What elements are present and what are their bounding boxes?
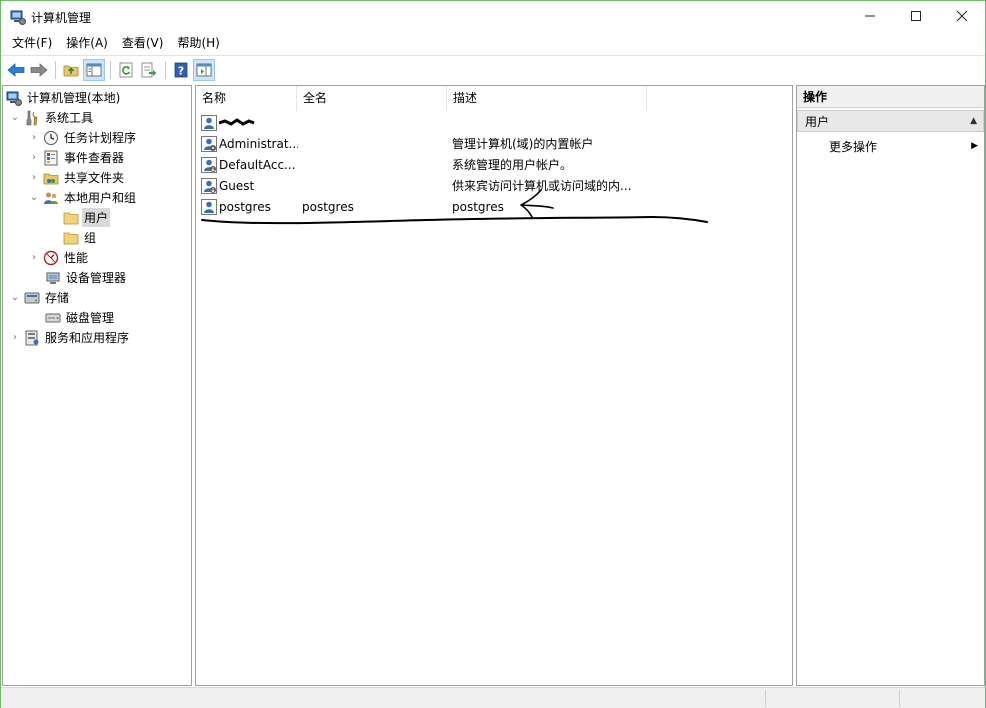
tree-label: 共享文件夹 (64, 171, 125, 185)
status-bar (1, 687, 985, 708)
annotation-arrow (520, 189, 554, 218)
tree-label: 磁盘管理 (66, 311, 115, 325)
chevron-down-icon[interactable]: ⌄ (8, 111, 22, 125)
actions-pane: 操作 用户 ▲ 更多操作 ▶ (796, 85, 985, 686)
submenu-arrow-icon: ▶ (971, 141, 978, 151)
folder-icon (63, 212, 79, 224)
export-list-button[interactable] (138, 59, 160, 81)
tree-label: 系统工具 (45, 111, 94, 125)
tree-item-computer-management[interactable]: 计算机管理(本地) (6, 88, 122, 107)
toolbar-separator (110, 60, 111, 79)
window-title: 计算机管理 (31, 11, 92, 25)
title-bar: 计算机管理 (1, 1, 985, 32)
chevron-right-icon[interactable]: › (27, 251, 41, 265)
show-hide-action-pane-button[interactable] (193, 58, 215, 81)
status-bar-divider (765, 690, 766, 707)
tree-item-storage[interactable]: ⌄ 存储 (8, 288, 71, 307)
tree-label: 任务计划程序 (64, 131, 137, 145)
menu-file[interactable]: 文件(F) (5, 33, 59, 53)
toolbar-separator (165, 60, 166, 79)
tree-label: 计算机管理(本地) (27, 91, 121, 105)
menu-action[interactable]: 操作(A) (59, 33, 115, 53)
maximize-button[interactable] (893, 1, 939, 31)
menu-bar: 文件(F) 操作(A) 查看(V) 帮助(H) (1, 32, 985, 54)
actions-section-label: 用户 (805, 114, 830, 129)
computer-management-window: 计算机管理 文件(F) 操作(A) 查看(V) 帮助(H) ? 计算机管理(本地… (0, 0, 986, 708)
help-icon: ? (174, 62, 188, 77)
close-icon (956, 10, 968, 22)
up-level-button[interactable] (60, 59, 82, 81)
tree-label: 事件查看器 (64, 151, 125, 165)
minimize-icon (865, 15, 875, 17)
shared-folder-icon (43, 173, 59, 184)
event-viewer-icon (44, 150, 58, 165)
minimize-button[interactable] (847, 1, 893, 31)
show-hide-tree-icon (86, 63, 102, 76)
tree-item-event-viewer[interactable]: › 事件查看器 (27, 148, 126, 167)
tree-item-disk-management[interactable]: 磁盘管理 (43, 308, 116, 327)
disk-icon (45, 313, 61, 322)
toolbar-separator (55, 60, 56, 79)
status-bar-divider (899, 690, 900, 707)
svg-text:?: ? (178, 64, 184, 77)
show-hide-console-tree-button[interactable] (83, 58, 105, 81)
toolbar: ? (1, 55, 985, 83)
performance-icon (43, 250, 59, 265)
actions-pane-title: 操作 (797, 86, 984, 108)
refresh-icon (119, 62, 133, 77)
forward-button[interactable] (28, 59, 50, 81)
tree-label: 组 (84, 231, 97, 245)
tree-item-groups[interactable]: 组 (61, 228, 98, 247)
actions-section-users[interactable]: 用户 ▲ (797, 110, 984, 132)
chevron-down-icon[interactable]: ⌄ (27, 191, 41, 205)
tools-icon (26, 110, 38, 125)
refresh-button[interactable] (115, 59, 137, 81)
chevron-right-icon[interactable]: › (27, 151, 41, 165)
tree-label: 服务和应用程序 (45, 331, 130, 345)
storage-icon (24, 292, 40, 303)
show-hide-action-pane-icon (196, 63, 212, 76)
hand-drawn-annotation (201, 189, 708, 225)
computer-management-icon (6, 91, 22, 106)
tree-label: 用户 (82, 208, 111, 227)
tree-item-shared-folders[interactable]: › 共享文件夹 (27, 168, 126, 187)
users-list-view: 名称 全名 描述 Administrat... 管理计算机(域)的内置帐户 De… (195, 85, 793, 686)
tree-item-performance[interactable]: › 性能 (27, 248, 90, 267)
chevron-right-icon[interactable]: › (27, 131, 41, 145)
tree-label: 设备管理器 (66, 271, 127, 285)
console-tree: 计算机管理(本地) ⌄ 系统工具 › 任务计划程序 › 事件查看器 › 共享文件… (2, 85, 192, 686)
more-actions-item[interactable]: 更多操作 ▶ (797, 135, 984, 157)
users-group-icon (44, 192, 58, 204)
services-icon (25, 330, 39, 345)
back-button[interactable] (5, 59, 27, 81)
collapse-up-icon[interactable]: ▲ (970, 116, 977, 126)
annotation-underline (201, 215, 708, 225)
chevron-down-icon[interactable]: ⌄ (8, 291, 22, 305)
folder-icon (63, 232, 79, 244)
tree-item-users[interactable]: 用户 (61, 208, 111, 227)
tree-label: 性能 (64, 251, 89, 265)
tree-label: 存储 (45, 291, 70, 305)
back-icon (7, 62, 25, 77)
tree-item-system-tools[interactable]: ⌄ 系统工具 (8, 108, 95, 127)
menu-view[interactable]: 查看(V) (115, 33, 171, 53)
chevron-right-icon[interactable]: › (8, 331, 22, 345)
tree-item-task-scheduler[interactable]: › 任务计划程序 (27, 128, 138, 147)
tree-item-services-applications[interactable]: › 服务和应用程序 (8, 328, 131, 347)
computer-management-app-icon (10, 10, 26, 25)
clock-icon (44, 130, 58, 145)
help-button[interactable]: ? (170, 59, 192, 81)
maximize-icon (911, 11, 921, 21)
export-list-icon (141, 62, 157, 77)
more-actions-label: 更多操作 (829, 139, 878, 154)
forward-icon (30, 62, 48, 77)
chevron-right-icon[interactable]: › (27, 171, 41, 185)
device-manager-icon (46, 272, 60, 284)
tree-item-device-manager[interactable]: 设备管理器 (43, 268, 128, 287)
tree-label: 本地用户和组 (64, 191, 137, 205)
close-button[interactable] (939, 1, 985, 31)
menu-help[interactable]: 帮助(H) (170, 33, 226, 53)
up-folder-icon (63, 65, 79, 76)
tree-item-local-users-groups[interactable]: ⌄ 本地用户和组 (27, 188, 138, 207)
